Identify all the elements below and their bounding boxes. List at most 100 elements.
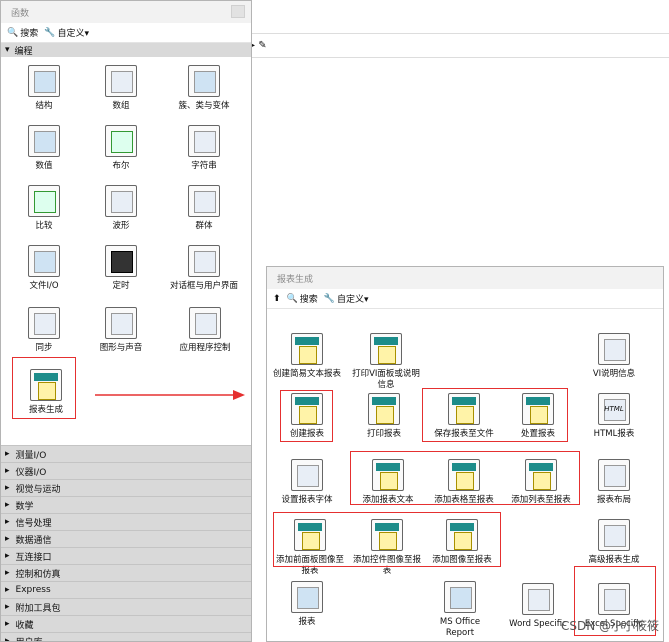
search-button[interactable]: 🔍 搜索 <box>287 292 318 306</box>
app-control-icon <box>189 307 221 339</box>
tile-ms-office-report[interactable]: MS Office Report <box>425 581 495 639</box>
close-button[interactable] <box>231 5 245 18</box>
print-vi-panel-icon <box>370 333 402 365</box>
chevron-right-icon: ▸ <box>5 534 10 544</box>
append-table-icon <box>448 459 480 491</box>
tile-report[interactable]: 报表 <box>272 581 342 628</box>
category-list: ▸ 测量I/O ▸ 仪器I/O ▸ 视觉与运动 ▸ 数学 ▸ 信号处理 ▸ 数据通信 ▸ 互连接口 ▸ 控制和… <box>1 445 251 642</box>
tile-timing[interactable]: 定时 <box>86 245 156 292</box>
excel-specific-icon <box>598 583 630 615</box>
category-item[interactable]: ▸ 附加工具包 <box>1 598 251 615</box>
tile-numeric[interactable]: 数值 <box>9 125 79 172</box>
report-layout-icon <box>598 459 630 491</box>
tile-collection[interactable]: 群体 <box>169 185 239 232</box>
tile-sync[interactable]: 同步 <box>9 307 79 354</box>
new-report-icon <box>291 393 323 425</box>
chevron-right-icon: ▸ <box>5 449 10 459</box>
save-report-icon <box>448 393 480 425</box>
palette-title: 函数 <box>11 9 30 19</box>
tile-graphics[interactable]: 图形与声音 <box>86 307 156 354</box>
tile-cluster[interactable]: 簇、类与变体 <box>169 65 239 112</box>
tile-easy-text-report[interactable]: 创建简易文本报表 <box>272 333 342 380</box>
tile-append-list[interactable]: 添加列表至报表 <box>503 459 579 506</box>
up-button[interactable]: ⬆ <box>273 294 281 304</box>
chevron-right-icon: ▸ <box>5 517 10 527</box>
report-tiles: 创建简易文本报表 打印VI面板或说明信息 VI说明信息 创建报表 打印报表 保存… <box>267 309 663 641</box>
tile-report-generation[interactable]: 报表生成 <box>11 369 81 416</box>
report-generation-icon <box>30 369 62 401</box>
tile-structures[interactable]: 结构 <box>9 65 79 112</box>
functions-palette[interactable]: 函数 🔍 搜索 🔧 自定义▾ ▾ 编程 结构 数组 簇、类与变体 数值 布尔 字符串 … <box>0 0 252 642</box>
palette-search-bar: 🔍 搜索 🔧 自定义▾ <box>1 23 251 43</box>
section-programming[interactable]: ▾ 编程 <box>1 43 251 57</box>
sync-icon <box>28 307 60 339</box>
tile-append-text[interactable]: 添加报表文本 <box>353 459 423 506</box>
palette-title: 报表生成 <box>277 275 314 285</box>
category-item[interactable]: ▸ 收藏 <box>1 615 251 632</box>
structures-icon <box>28 65 60 97</box>
tile-advanced-report[interactable]: 高级报表生成 <box>579 519 649 566</box>
tile-vi-documentation[interactable]: VI说明信息 <box>579 333 649 380</box>
report-font-icon <box>291 459 323 491</box>
category-item[interactable]: ▸ Express <box>1 581 251 598</box>
search-button[interactable]: 🔍 搜索 <box>7 26 38 40</box>
tile-boolean[interactable]: 布尔 <box>86 125 156 172</box>
customize-button[interactable]: 🔧 自定义▾ <box>44 26 89 40</box>
append-text-icon <box>372 459 404 491</box>
ms-office-report-icon <box>444 581 476 613</box>
tile-file-io[interactable]: 文件I/O <box>9 245 79 292</box>
numeric-icon <box>28 125 60 157</box>
tile-dialog[interactable]: 对话框与用户界面 <box>161 245 247 292</box>
palette-titlebar: 报表生成 <box>267 267 663 289</box>
category-item[interactable]: ▸ 互连接口 <box>1 547 251 564</box>
tile-append-control-image[interactable]: 添加控件图像至报表 <box>351 519 423 577</box>
tile-print-vi-panel[interactable]: 打印VI面板或说明信息 <box>349 333 423 391</box>
category-item[interactable]: ▸ 数学 <box>1 496 251 513</box>
easy-text-report-icon <box>291 333 323 365</box>
append-list-icon <box>525 459 557 491</box>
category-item[interactable]: ▸ 控制和仿真 <box>1 564 251 581</box>
tile-waveform[interactable]: 波形 <box>86 185 156 232</box>
category-item[interactable]: ▸ 测量I/O <box>1 445 251 462</box>
watermark: CSDN @小小筱筱 <box>560 619 659 633</box>
chevron-right-icon: ▸ <box>5 636 10 642</box>
tile-append-front-panel[interactable]: 添加前面板图像至报表 <box>272 519 348 577</box>
cluster-icon <box>188 65 220 97</box>
customize-button[interactable]: 🔧 自定义▾ <box>324 292 369 306</box>
tile-append-image[interactable]: 添加图像至报表 <box>425 519 499 566</box>
category-item[interactable]: ▸ 仪器I/O <box>1 462 251 479</box>
search-icon: 🔍 <box>7 27 19 38</box>
string-icon <box>188 125 220 157</box>
dispose-report-icon <box>522 393 554 425</box>
chevron-down-icon: ▾ <box>5 45 10 55</box>
tile-comparison[interactable]: 比较 <box>9 185 79 232</box>
palette-titlebar: 函数 <box>1 1 251 23</box>
tile-dispose-report[interactable]: 处置报表 <box>503 393 573 440</box>
tile-save-report[interactable]: 保存报表至文件 <box>425 393 503 440</box>
append-control-image-icon <box>371 519 403 551</box>
category-item[interactable]: ▸ 数据通信 <box>1 530 251 547</box>
tile-print-report[interactable]: 打印报表 <box>349 393 419 440</box>
report-generation-palette[interactable]: 报表生成 ⬆ 🔍 搜索 🔧 自定义▾ 创建简易文本报表 打印VI面板或说明信息 VI… <box>266 266 664 642</box>
category-item[interactable]: ▸ 视觉与运动 <box>1 479 251 496</box>
arrow-up-icon: ⬆ <box>273 293 281 304</box>
chevron-right-icon: ▸ <box>5 551 10 561</box>
report-icon <box>291 581 323 613</box>
print-report-icon <box>368 393 400 425</box>
tile-string[interactable]: 字符串 <box>169 125 239 172</box>
tile-new-report[interactable]: 创建报表 <box>272 393 342 440</box>
tile-html-report[interactable]: HTML HTML报表 <box>579 393 649 440</box>
tile-array[interactable]: 数组 <box>86 65 156 112</box>
tile-report-font[interactable]: 设置报表字体 <box>272 459 342 506</box>
graphics-icon <box>105 307 137 339</box>
editor-toolbar-glyphs[interactable]: ▸ ✎ <box>250 40 267 51</box>
category-item[interactable]: ▸ 信号处理 <box>1 513 251 530</box>
tile-app-control[interactable]: 应用程序控制 <box>163 307 247 354</box>
palette-search-bar: ⬆ 🔍 搜索 🔧 自定义▾ <box>267 289 663 309</box>
chevron-right-icon: ▸ <box>5 602 10 612</box>
arrow-icon <box>95 390 245 400</box>
tile-append-table[interactable]: 添加表格至报表 <box>425 459 503 506</box>
advanced-report-icon <box>598 519 630 551</box>
tile-report-layout[interactable]: 报表布局 <box>579 459 649 506</box>
category-item[interactable]: ▸用户库 <box>1 632 251 642</box>
